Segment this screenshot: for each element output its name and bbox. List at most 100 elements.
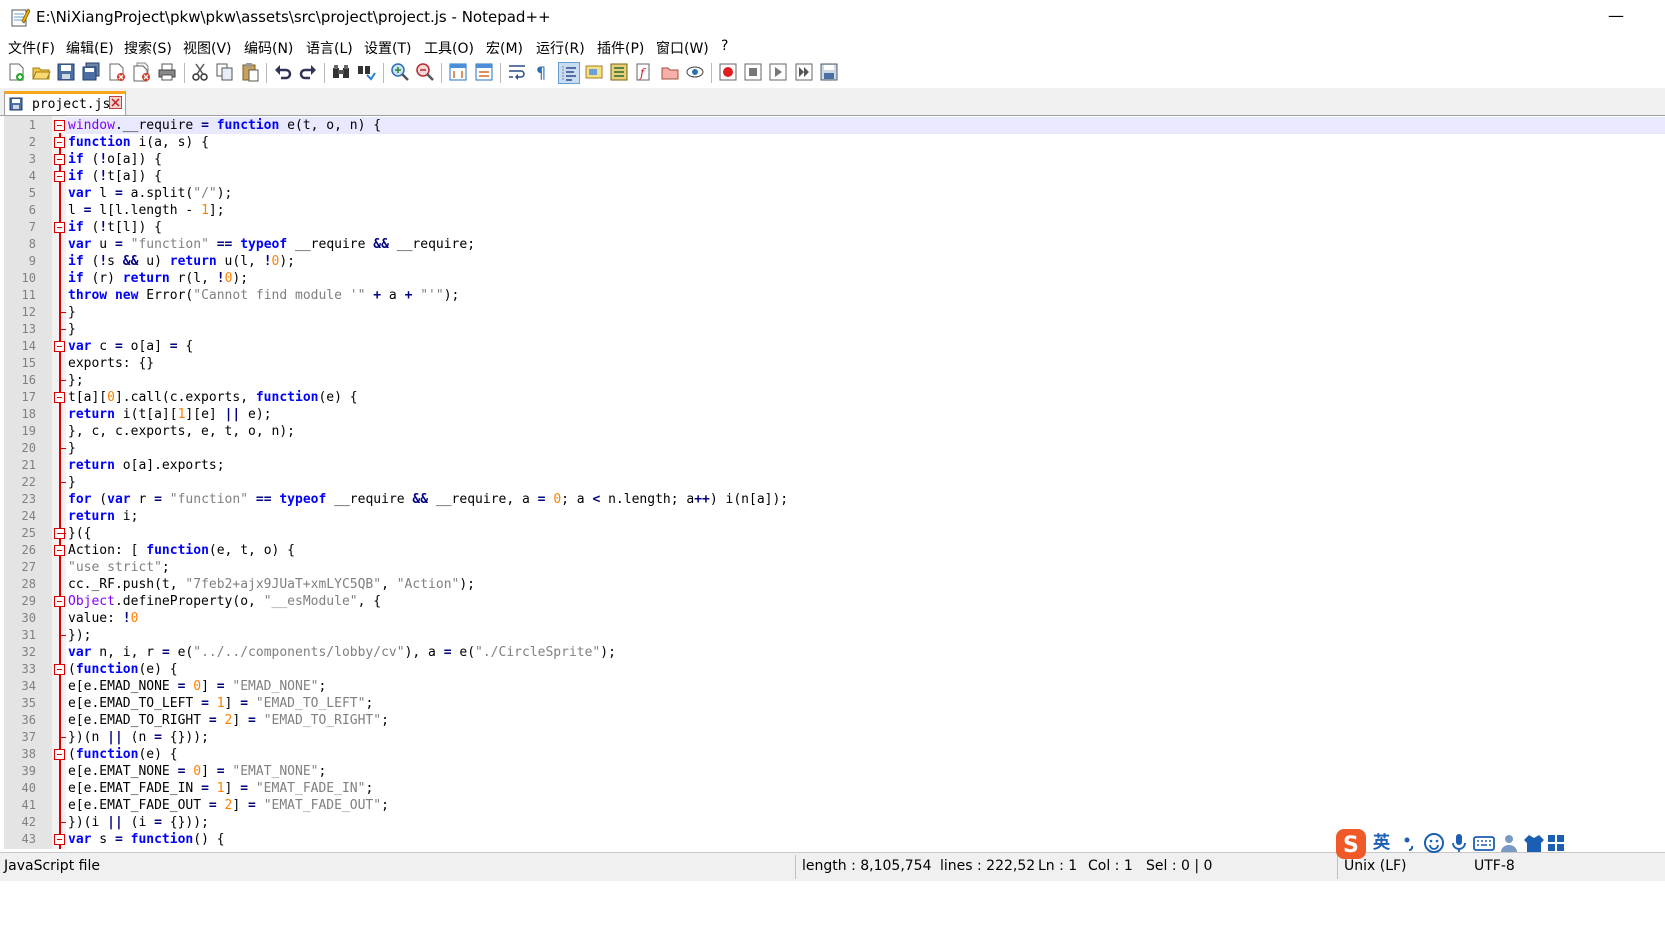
code-line[interactable]: (function(e) { xyxy=(68,746,178,763)
menu-macro[interactable]: 宏(M) xyxy=(486,38,523,58)
menu-edit[interactable]: 编辑(E) xyxy=(66,38,114,58)
fold-toggle-icon[interactable] xyxy=(54,545,65,556)
code-line[interactable]: (function(e) { xyxy=(68,661,178,678)
minimize-button[interactable]: — xyxy=(1596,2,1636,32)
code-line[interactable]: return o[a].exports; xyxy=(68,457,225,474)
code-line[interactable]: })(n || (n = {})); xyxy=(68,729,209,746)
emoji-icon[interactable] xyxy=(1423,832,1445,854)
code-line[interactable]: e[e.EMAT_NONE = 0] = "EMAT_NONE"; xyxy=(68,763,326,780)
code-line[interactable]: var c = o[a] = { xyxy=(68,338,193,355)
code-line[interactable]: t[a][0].call(c.exports, function(e) { xyxy=(68,389,358,406)
code-line[interactable]: return i; xyxy=(68,508,138,525)
ime-mode-label[interactable]: 英 xyxy=(1373,832,1395,854)
copy-icon[interactable] xyxy=(215,62,235,82)
menu-view[interactable]: 视图(V) xyxy=(183,38,232,58)
menu-plugins[interactable]: 插件(P) xyxy=(597,38,644,58)
code-line[interactable]: e[e.EMAD_TO_LEFT = 1] = "EMAD_TO_LEFT"; xyxy=(68,695,373,712)
code-line[interactable]: } xyxy=(68,440,76,457)
code-line[interactable]: if (!o[a]) { xyxy=(68,151,162,168)
code-line[interactable]: Object.defineProperty(o, "__esModule", { xyxy=(68,593,381,610)
code-line[interactable]: if (r) return r(l, !0); xyxy=(68,270,248,287)
macro-save-icon[interactable] xyxy=(819,62,839,82)
save-icon[interactable] xyxy=(56,62,76,82)
macro-run-multiple-icon[interactable] xyxy=(794,62,814,82)
doc-switcher-icon[interactable] xyxy=(685,62,705,82)
menu-language[interactable]: 语言(L) xyxy=(306,38,353,58)
function-list-icon[interactable] xyxy=(609,62,629,82)
zoom-in-icon[interactable] xyxy=(390,62,410,82)
fold-toggle-icon[interactable] xyxy=(54,834,65,845)
code-line[interactable]: l = l[l.length - 1]; xyxy=(68,202,225,219)
punctuation-icon[interactable] xyxy=(1399,832,1421,854)
code-line[interactable]: if (!t[a]) { xyxy=(68,168,162,185)
code-line[interactable]: var s = function() { xyxy=(68,831,225,848)
menu-window[interactable]: 窗口(W) xyxy=(656,38,709,58)
fold-toggle-icon[interactable] xyxy=(54,749,65,760)
code-line[interactable]: }; xyxy=(68,372,84,389)
new-file-icon[interactable] xyxy=(6,62,26,82)
replace-icon[interactable] xyxy=(357,62,377,82)
indent-guide-icon[interactable] xyxy=(558,62,580,84)
code-line[interactable]: for (var r = "function" == typeof __requ… xyxy=(68,491,788,508)
user-icon[interactable] xyxy=(1498,832,1520,854)
fold-toggle-icon[interactable] xyxy=(54,664,65,675)
word-wrap-icon[interactable] xyxy=(507,62,527,82)
menu-search[interactable]: 搜索(S) xyxy=(124,38,172,58)
macro-play-icon[interactable] xyxy=(768,62,788,82)
menu-settings[interactable]: 设置(T) xyxy=(364,38,411,58)
monitoring-icon[interactable] xyxy=(660,62,680,82)
find-icon[interactable] xyxy=(331,62,351,82)
code-line[interactable]: if (!t[l]) { xyxy=(68,219,162,236)
menu-run[interactable]: 运行(R) xyxy=(536,38,585,58)
close-icon[interactable] xyxy=(107,62,127,82)
redo-icon[interactable] xyxy=(298,62,318,82)
code-line[interactable]: exports: {} xyxy=(68,355,154,372)
close-all-icon[interactable] xyxy=(132,62,152,82)
code-line[interactable]: function i(a, s) { xyxy=(68,134,209,151)
tab-project-js[interactable]: project.js xyxy=(4,91,126,115)
keyboard-icon[interactable] xyxy=(1473,832,1495,854)
tab-close-icon[interactable] xyxy=(109,96,122,109)
fold-toggle-icon[interactable] xyxy=(54,120,65,131)
code-line[interactable]: return i(t[a][1][e] || e); xyxy=(68,406,272,423)
skin-icon[interactable] xyxy=(1523,832,1545,854)
code-line[interactable]: }({ xyxy=(68,525,91,542)
macro-record-icon[interactable] xyxy=(718,62,738,82)
sync-horizontal-icon[interactable] xyxy=(474,62,494,82)
zoom-out-icon[interactable] xyxy=(415,62,435,82)
sogou-logo-icon[interactable]: S xyxy=(1335,828,1367,860)
code-line[interactable]: if (!s && u) return u(l, !0); xyxy=(68,253,295,270)
code-editor[interactable]: window.__require = function e(t, o, n) {… xyxy=(0,116,1665,849)
macro-stop-icon[interactable] xyxy=(743,62,763,82)
code-line[interactable]: })(i || (i = {})); xyxy=(68,814,209,831)
fold-toggle-icon[interactable] xyxy=(54,222,65,233)
code-line[interactable]: e[e.EMAT_FADE_IN = 1] = "EMAT_FADE_IN"; xyxy=(68,780,373,797)
show-all-chars-icon[interactable]: ¶ xyxy=(532,62,552,82)
code-line[interactable]: }); xyxy=(68,627,91,644)
fold-toggle-icon[interactable] xyxy=(54,392,65,403)
menu-tools[interactable]: 工具(O) xyxy=(424,38,474,58)
open-file-icon[interactable] xyxy=(31,62,51,82)
fold-toggle-icon[interactable] xyxy=(54,171,65,182)
code-line[interactable]: window.__require = function e(t, o, n) { xyxy=(68,117,381,134)
code-line[interactable]: value: !0 xyxy=(68,610,138,627)
fold-toggle-icon[interactable] xyxy=(54,341,65,352)
code-line[interactable]: e[e.EMAD_TO_RIGHT = 2] = "EMAD_TO_RIGHT"… xyxy=(68,712,389,729)
menu-encoding[interactable]: 编码(N) xyxy=(244,38,293,58)
document-map-icon[interactable] xyxy=(584,62,604,82)
code-line[interactable]: } xyxy=(68,304,76,321)
code-line[interactable]: Action: [ function(e, t, o) { xyxy=(68,542,295,559)
code-line[interactable]: } xyxy=(68,321,76,338)
cut-icon[interactable] xyxy=(190,62,210,82)
code-line[interactable]: }, c, c.exports, e, t, o, n); xyxy=(68,423,295,440)
folder-workspace-icon[interactable]: f xyxy=(634,62,654,82)
code-line[interactable]: cc._RF.push(t, "7feb2+ajx9JUaT+xmLYC5QB"… xyxy=(68,576,475,593)
print-icon[interactable] xyxy=(157,62,177,82)
menu-file[interactable]: 文件(F) xyxy=(8,38,55,58)
fold-toggle-icon[interactable] xyxy=(54,137,65,148)
code-line[interactable]: var u = "function" == typeof __require &… xyxy=(68,236,475,253)
code-line[interactable]: var l = a.split("/"); xyxy=(68,185,232,202)
code-line[interactable]: var n, i, r = e("../../components/lobby/… xyxy=(68,644,616,661)
undo-icon[interactable] xyxy=(273,62,293,82)
microphone-icon[interactable] xyxy=(1448,832,1470,854)
